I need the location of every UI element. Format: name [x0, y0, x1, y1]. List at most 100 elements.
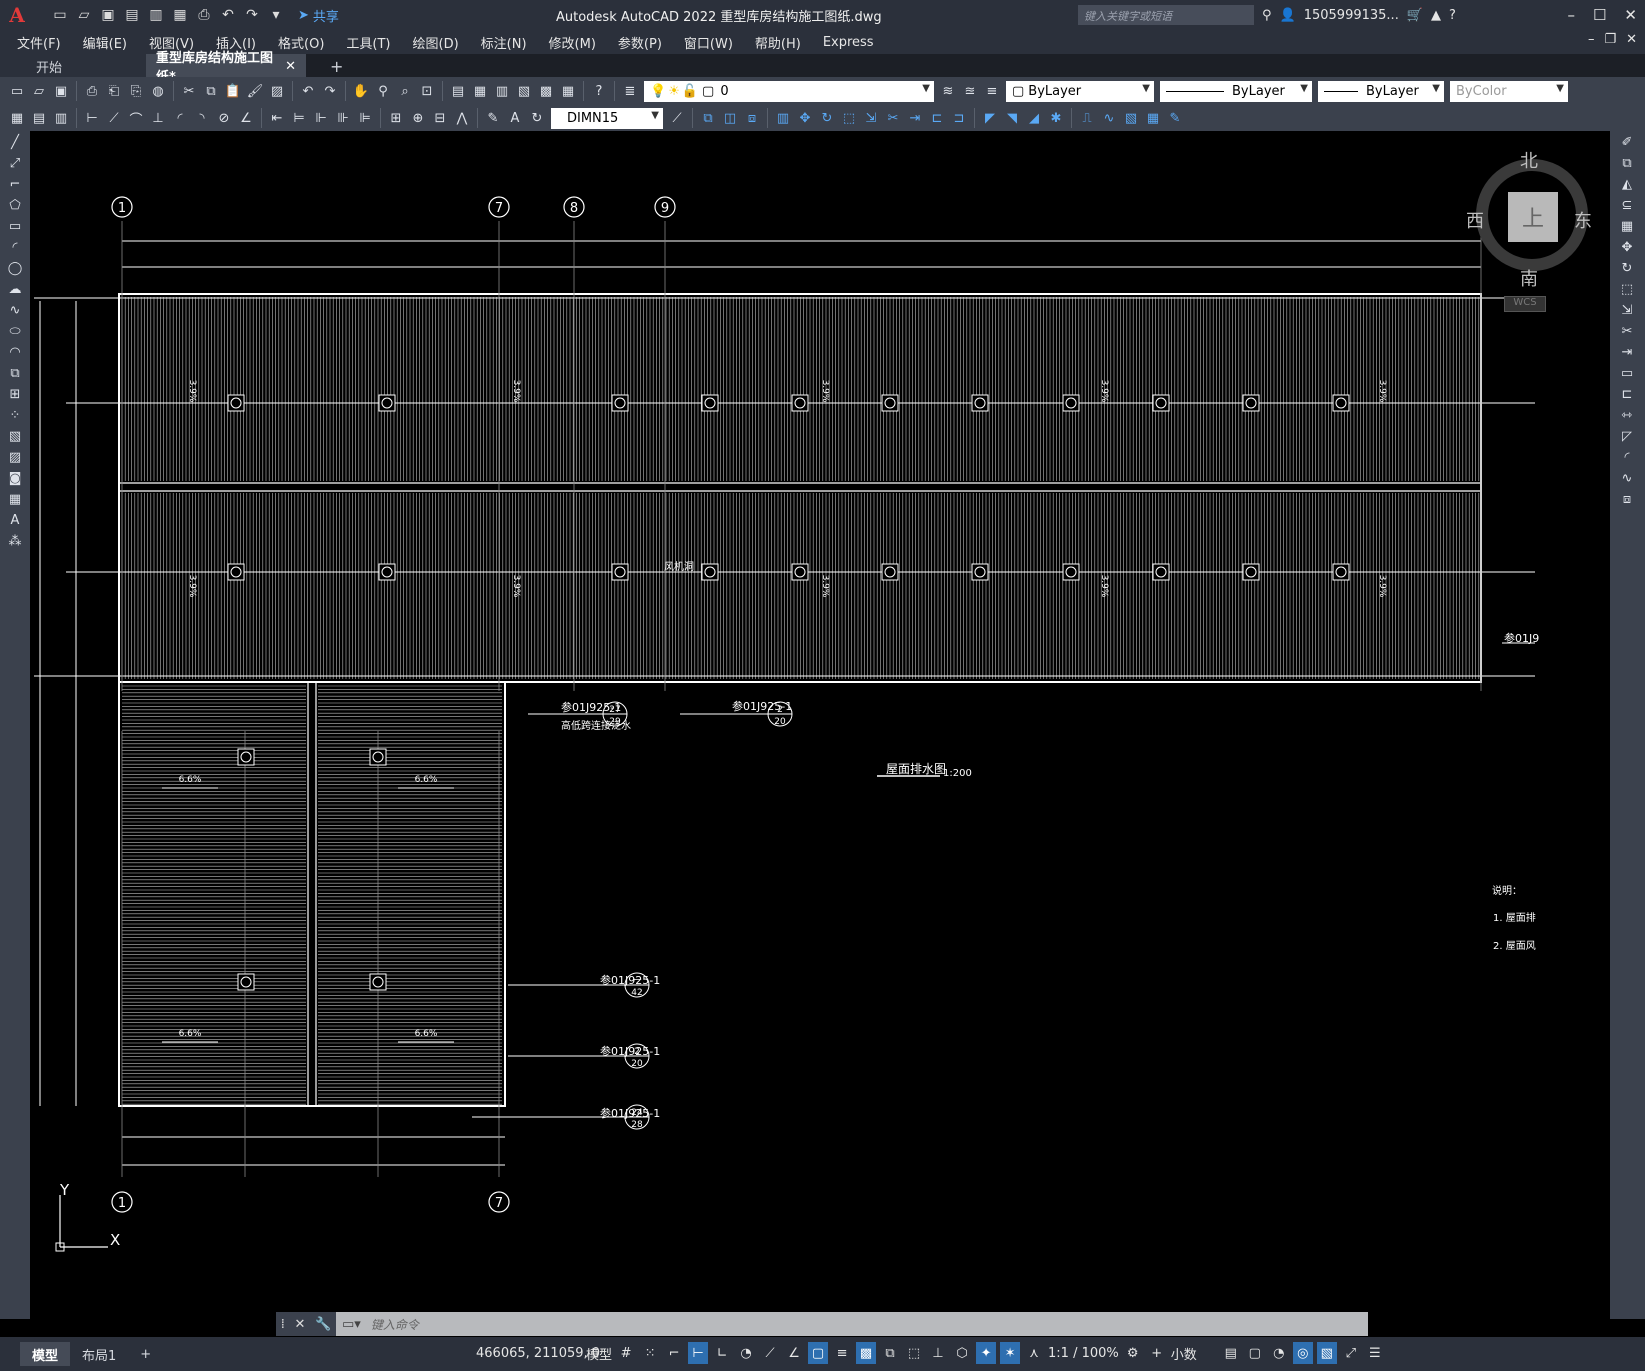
user-name[interactable]: 1505999135...	[1304, 8, 1399, 23]
polar-tracking-icon[interactable]: ◔	[736, 1342, 756, 1364]
new-icon[interactable]: ▭	[7, 81, 27, 101]
table-icon[interactable]: ▦	[5, 489, 25, 509]
isometric-icon[interactable]: ⟋	[760, 1342, 780, 1364]
zoom-previous-icon[interactable]: ⊡	[417, 81, 437, 101]
pan-icon[interactable]: ✋	[351, 81, 371, 101]
doc-restore-button[interactable]: ❐	[1604, 32, 1616, 47]
undo-icon[interactable]: ↶	[298, 81, 318, 101]
transparency-icon[interactable]: ▩	[856, 1342, 877, 1364]
compass-west[interactable]: 西	[1466, 207, 1484, 233]
menu-express[interactable]: Express	[812, 35, 885, 50]
layer-properties-icon[interactable]: ≣	[620, 81, 640, 101]
doc-close-button[interactable]: ✕	[1626, 32, 1637, 47]
recent-commands-icon[interactable]: ▭▾	[342, 1317, 361, 1332]
inspection-icon[interactable]: ⊟	[430, 108, 450, 128]
insert-block-icon[interactable]: ⧉	[5, 363, 25, 383]
save-icon[interactable]: ▣	[98, 5, 118, 25]
center-mark-icon[interactable]: ⊕	[408, 108, 428, 128]
menu-dimension[interactable]: 标注(N)	[470, 33, 538, 52]
polyline-icon[interactable]: ⌐	[5, 174, 25, 194]
dimension-style-icon[interactable]: ⟋	[667, 108, 687, 128]
chamfer-object-icon[interactable]: ◸	[1617, 426, 1637, 446]
plus-icon[interactable]: +	[1147, 1342, 1167, 1364]
erase-icon[interactable]: ✐	[1617, 132, 1637, 152]
grid-icon[interactable]: #	[616, 1342, 636, 1364]
quick-dimension-icon[interactable]: ⇤	[267, 108, 287, 128]
linetype-dropdown[interactable]: ByLayer ▼	[1160, 80, 1312, 102]
explode-object-icon[interactable]: ⧈	[1617, 489, 1637, 509]
join-icon[interactable]: ⊐	[949, 108, 969, 128]
tolerance-icon[interactable]: ⊞	[386, 108, 406, 128]
angular-dimension-icon[interactable]: ∠	[236, 108, 256, 128]
wcs-menu[interactable]: WCS	[1504, 296, 1546, 312]
block-editor-icon[interactable]: ▨	[267, 81, 287, 101]
baseline-dimension-icon[interactable]: ⊨	[289, 108, 309, 128]
menu-parametric[interactable]: 参数(P)	[607, 33, 673, 52]
scale-object-icon[interactable]: ⬚	[1617, 279, 1637, 299]
ucs-icon[interactable]: ⊥	[928, 1342, 948, 1364]
print-icon[interactable]: ⎙	[194, 5, 214, 25]
fillet-object-icon[interactable]: ◜	[1617, 447, 1637, 467]
continue-dimension-icon[interactable]: ⊩	[311, 108, 331, 128]
tab-layout1[interactable]: 布局1	[70, 1342, 128, 1366]
isolate-objects-icon[interactable]: ◔	[1269, 1342, 1289, 1364]
customization-menu-icon[interactable]: ☰	[1365, 1342, 1385, 1364]
copy-icon[interactable]: ⧉	[698, 108, 718, 128]
snap-icon[interactable]: ⁙	[640, 1342, 660, 1364]
object-snap-tracking-icon[interactable]: ∠	[784, 1342, 804, 1364]
fillet-icon[interactable]: ◥	[1002, 108, 1022, 128]
menu-draw[interactable]: 绘图(D)	[402, 33, 470, 52]
dimension-space-icon[interactable]: ⊪	[333, 108, 353, 128]
point-icon[interactable]: ⁘	[5, 405, 25, 425]
array-object-icon[interactable]: ▦	[1617, 216, 1637, 236]
lock-ui-icon[interactable]: ▢	[1245, 1342, 1265, 1364]
paste-icon[interactable]: 📋	[223, 81, 243, 101]
join-object-icon[interactable]: ⇿	[1617, 405, 1637, 425]
model-space-button[interactable]: 模型	[586, 1344, 612, 1363]
menu-help[interactable]: 帮助(H)	[744, 33, 812, 52]
redo-icon[interactable]: ↷	[242, 5, 262, 25]
infer-constraints-icon[interactable]: ⌐	[664, 1342, 684, 1364]
rotate-object-icon[interactable]: ↻	[1617, 258, 1637, 278]
wrench-icon[interactable]: 🔧	[315, 1317, 331, 1332]
annotation-scale-value[interactable]: 1:1 / 100%	[1048, 1346, 1119, 1361]
edit-spline-icon[interactable]: ∿	[1099, 108, 1119, 128]
layer-dropdown[interactable]: 💡 ☀ 🔓 ▢ 0 ▼	[644, 80, 934, 102]
dimension-update-icon[interactable]: ↻	[527, 108, 547, 128]
make-current-layer-icon[interactable]: ≋	[938, 81, 958, 101]
array-icon[interactable]: ▥	[773, 108, 793, 128]
3d-osnap-icon[interactable]: ⬚	[904, 1342, 924, 1364]
annotation-visibility-icon[interactable]: ✦	[976, 1342, 997, 1364]
menu-edit[interactable]: 编辑(E)	[72, 33, 138, 52]
viewcube-top-face[interactable]: 上	[1508, 192, 1558, 242]
color-dropdown[interactable]: ▢ ByLayer ▼	[1006, 80, 1154, 102]
ellipse-icon[interactable]: ⬭	[5, 321, 25, 341]
dimension-text-edit-icon[interactable]: A	[505, 108, 525, 128]
object-snap-icon[interactable]: ▢	[808, 1342, 829, 1364]
jogged-dimension-icon[interactable]: ◝	[192, 108, 212, 128]
menu-modify[interactable]: 修改(M)	[538, 33, 607, 52]
edit-text-icon[interactable]: ✎	[1165, 108, 1185, 128]
blend-icon[interactable]: ◢	[1024, 108, 1044, 128]
ortho-icon[interactable]: ∟	[712, 1342, 732, 1364]
cart-icon[interactable]: 🛒	[1407, 8, 1423, 23]
layer-isolate-icon[interactable]: ▤	[29, 108, 49, 128]
break-point-icon[interactable]: ▭	[1617, 363, 1637, 383]
copy-icon[interactable]: ⧉	[201, 81, 221, 101]
rectangle-icon[interactable]: ▭	[5, 216, 25, 236]
edit-polyline-icon[interactable]: ⎍	[1077, 108, 1097, 128]
search-input[interactable]: 键入关键字或短语	[1078, 5, 1254, 25]
polygon-icon[interactable]: ⬠	[5, 195, 25, 215]
radius-dimension-icon[interactable]: ◜	[170, 108, 190, 128]
selection-cycling-icon[interactable]: ⧉	[880, 1342, 900, 1364]
multiline-text-icon[interactable]: A	[5, 510, 25, 530]
move-icon[interactable]: ✥	[795, 108, 815, 128]
annotation-scale-icon[interactable]: ⋏	[1024, 1342, 1044, 1364]
layer-match-icon[interactable]: ▦	[7, 108, 27, 128]
offset-object-icon[interactable]: ⊆	[1617, 195, 1637, 215]
compass-north[interactable]: 北	[1520, 147, 1538, 173]
edit-array-icon[interactable]: ▦	[1143, 108, 1163, 128]
tab-model[interactable]: 模型	[20, 1342, 71, 1366]
match-properties-icon[interactable]: 🖌	[245, 81, 265, 101]
tool-palettes-icon[interactable]: ▥	[492, 81, 512, 101]
